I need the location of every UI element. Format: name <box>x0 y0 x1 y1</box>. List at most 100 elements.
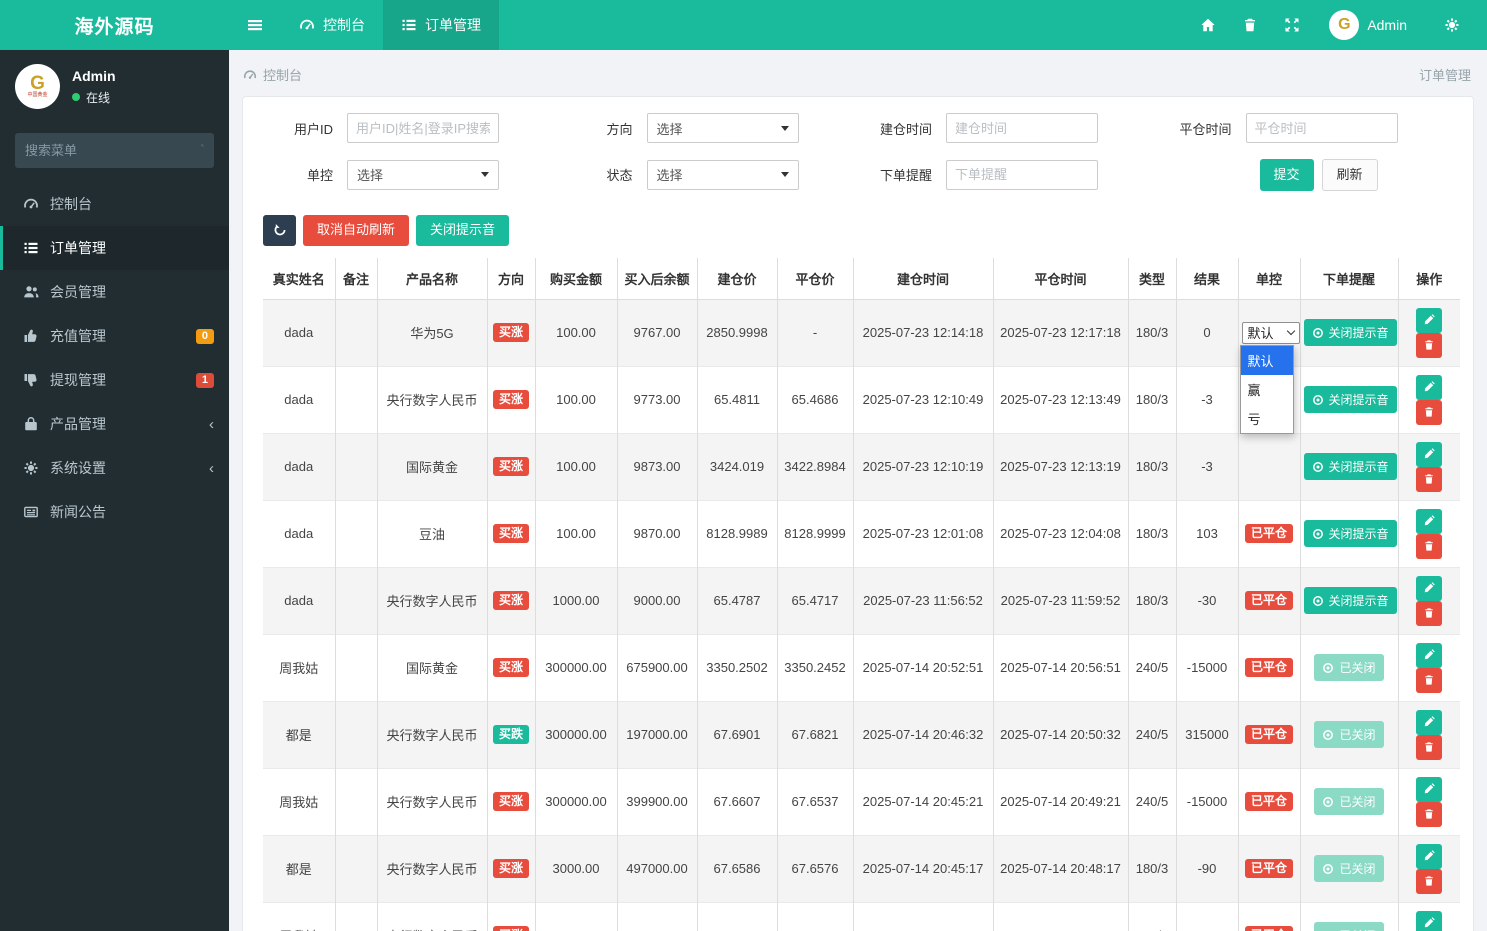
mute-sound-button[interactable]: 关闭提示音 <box>1303 386 1397 414</box>
trash-button[interactable] <box>1229 0 1271 50</box>
delete-button[interactable] <box>1416 667 1443 693</box>
tab-orders[interactable]: 订单管理 <box>383 0 499 50</box>
direction-select[interactable]: 选择 <box>646 113 799 143</box>
trash-icon <box>1423 406 1435 418</box>
cell-reminder: 关闭提示音 <box>1299 567 1398 635</box>
tab-dashboard[interactable]: 控制台 <box>281 0 383 50</box>
cell-type: 180/3 <box>1127 299 1176 367</box>
topbar-username[interactable]: Admin <box>1367 17 1407 33</box>
edit-button[interactable] <box>1416 307 1443 333</box>
cell-control: 已平仓 <box>1237 500 1300 568</box>
cell-amount: 100.00 <box>534 366 617 434</box>
cell-open-price: 67.6586 <box>696 835 777 903</box>
cell-type: 180/3 <box>1127 366 1176 434</box>
control-dropdown-option[interactable]: 赢 <box>1241 375 1293 404</box>
mute-sound-button[interactable]: 关闭提示音 <box>1303 587 1397 615</box>
sidebar-item-4[interactable]: 提现管理 1 <box>0 358 229 402</box>
edit-button[interactable] <box>1416 776 1443 802</box>
home-button[interactable] <box>1187 0 1229 50</box>
delete-button[interactable] <box>1416 734 1443 760</box>
sidebar-item-7[interactable]: 新闻公告 <box>0 490 229 534</box>
settings-button[interactable] <box>1431 0 1473 50</box>
sidebar-item-1[interactable]: 订单管理 <box>0 226 229 270</box>
delete-button[interactable] <box>1416 399 1443 425</box>
edit-button[interactable] <box>1416 709 1443 735</box>
control-status-badge: 已平仓 <box>1244 524 1293 544</box>
sound-closed-button[interactable]: 已关闭 <box>1314 788 1384 816</box>
refresh-icon <box>273 223 287 237</box>
sidebar-item-3[interactable]: 充值管理 0 <box>0 314 229 358</box>
direction-badge: 买涨 <box>492 792 529 812</box>
cell-note <box>334 768 377 836</box>
edit-button[interactable] <box>1416 441 1443 467</box>
control-dropdown-option[interactable]: 亏 <box>1241 404 1293 433</box>
sidebar-badge: 1 <box>195 372 214 388</box>
control-dropdown-option[interactable]: 默认 <box>1240 345 1293 375</box>
user-avatar[interactable]: G <box>1329 10 1360 40</box>
delete-button[interactable] <box>1416 533 1443 559</box>
cell-direction: 买涨 <box>486 366 535 434</box>
cell-close-price: 67.6821 <box>776 701 853 769</box>
cell-product: 豆油 <box>376 500 487 568</box>
sound-closed-button[interactable]: 已关闭 <box>1314 855 1384 883</box>
sidebar-item-0[interactable]: 控制台 <box>0 182 229 226</box>
cell-actions <box>1397 634 1460 702</box>
sound-closed-button[interactable]: 已关闭 <box>1314 654 1384 682</box>
mute-sound-button[interactable]: 关闭提示音 <box>1303 453 1397 481</box>
reminder-input[interactable] <box>946 159 1098 190</box>
sound-closed-button[interactable]: 已关闭 <box>1314 721 1384 749</box>
gears-icon <box>23 460 39 476</box>
edit-button[interactable] <box>1416 843 1443 869</box>
cell-balance: 197000.00 <box>616 701 697 769</box>
cell-close-time: 2025-07-14 20:48:09 <box>992 902 1128 931</box>
sidebar-item-6[interactable]: 系统设置 ‹ <box>0 446 229 490</box>
fullscreen-button[interactable] <box>1271 0 1313 50</box>
control-select[interactable]: 默认 <box>1241 321 1300 344</box>
cell-open-price: 2850.9998 <box>696 299 777 367</box>
mute-all-sound-button[interactable]: 关闭提示音 <box>416 214 510 246</box>
sidebar-item-5[interactable]: 产品管理 ‹ <box>0 402 229 446</box>
open-time-input[interactable] <box>946 113 1098 143</box>
tab-orders-label: 订单管理 <box>425 17 481 33</box>
submit-button[interactable]: 提交 <box>1259 159 1314 191</box>
refresh-button[interactable]: 刷新 <box>1321 159 1378 191</box>
edit-button[interactable] <box>1416 374 1443 400</box>
close-time-input[interactable] <box>1245 113 1398 143</box>
sidebar-toggle-button[interactable] <box>229 0 281 50</box>
delete-button[interactable] <box>1416 466 1443 492</box>
user-id-input[interactable] <box>347 113 499 143</box>
cell-result: -15000 <box>1175 634 1238 702</box>
reload-table-button[interactable] <box>263 214 296 246</box>
cancel-auto-refresh-button[interactable]: 取消自动刷新 <box>303 214 410 246</box>
cell-open-time: 2025-07-23 11:56:52 <box>852 567 993 635</box>
mute-sound-button[interactable]: 关闭提示音 <box>1303 319 1397 347</box>
delete-button[interactable] <box>1416 868 1443 894</box>
edit-button[interactable] <box>1416 508 1443 534</box>
edit-button[interactable] <box>1416 642 1443 668</box>
cell-reminder: 已关闭 <box>1299 634 1398 702</box>
cell-control: 已平仓 <box>1237 902 1300 931</box>
cell-note <box>334 701 377 769</box>
sound-closed-button[interactable]: 已关闭 <box>1314 922 1384 931</box>
cell-open-price: 67.6582 <box>696 902 777 931</box>
sidebar-item-2[interactable]: 会员管理 <box>0 270 229 314</box>
delete-button[interactable] <box>1416 332 1443 358</box>
breadcrumb-left[interactable]: 控制台 <box>263 65 302 84</box>
edit-button[interactable] <box>1416 910 1443 931</box>
cell-close-time: 2025-07-14 20:48:17 <box>992 835 1128 903</box>
delete-button[interactable] <box>1416 801 1443 827</box>
mute-sound-button[interactable]: 关闭提示音 <box>1303 520 1397 548</box>
circle-icon <box>1312 327 1324 339</box>
cell-close-price: 8128.9999 <box>776 500 853 568</box>
search-icon[interactable] <box>201 143 204 158</box>
delete-button[interactable] <box>1416 600 1443 626</box>
cell-amount: 100.00 <box>534 500 617 568</box>
brand-logo[interactable]: 海外源码 <box>0 0 229 50</box>
trash-icon <box>1423 741 1435 753</box>
sidebar-search-input[interactable] <box>25 143 201 158</box>
control-filter-select[interactable]: 选择 <box>347 159 499 190</box>
cell-real-name: 周我姑 <box>263 902 335 931</box>
edit-button[interactable] <box>1416 575 1443 601</box>
column-header: 操作 <box>1397 257 1460 300</box>
status-select[interactable]: 选择 <box>646 159 799 190</box>
